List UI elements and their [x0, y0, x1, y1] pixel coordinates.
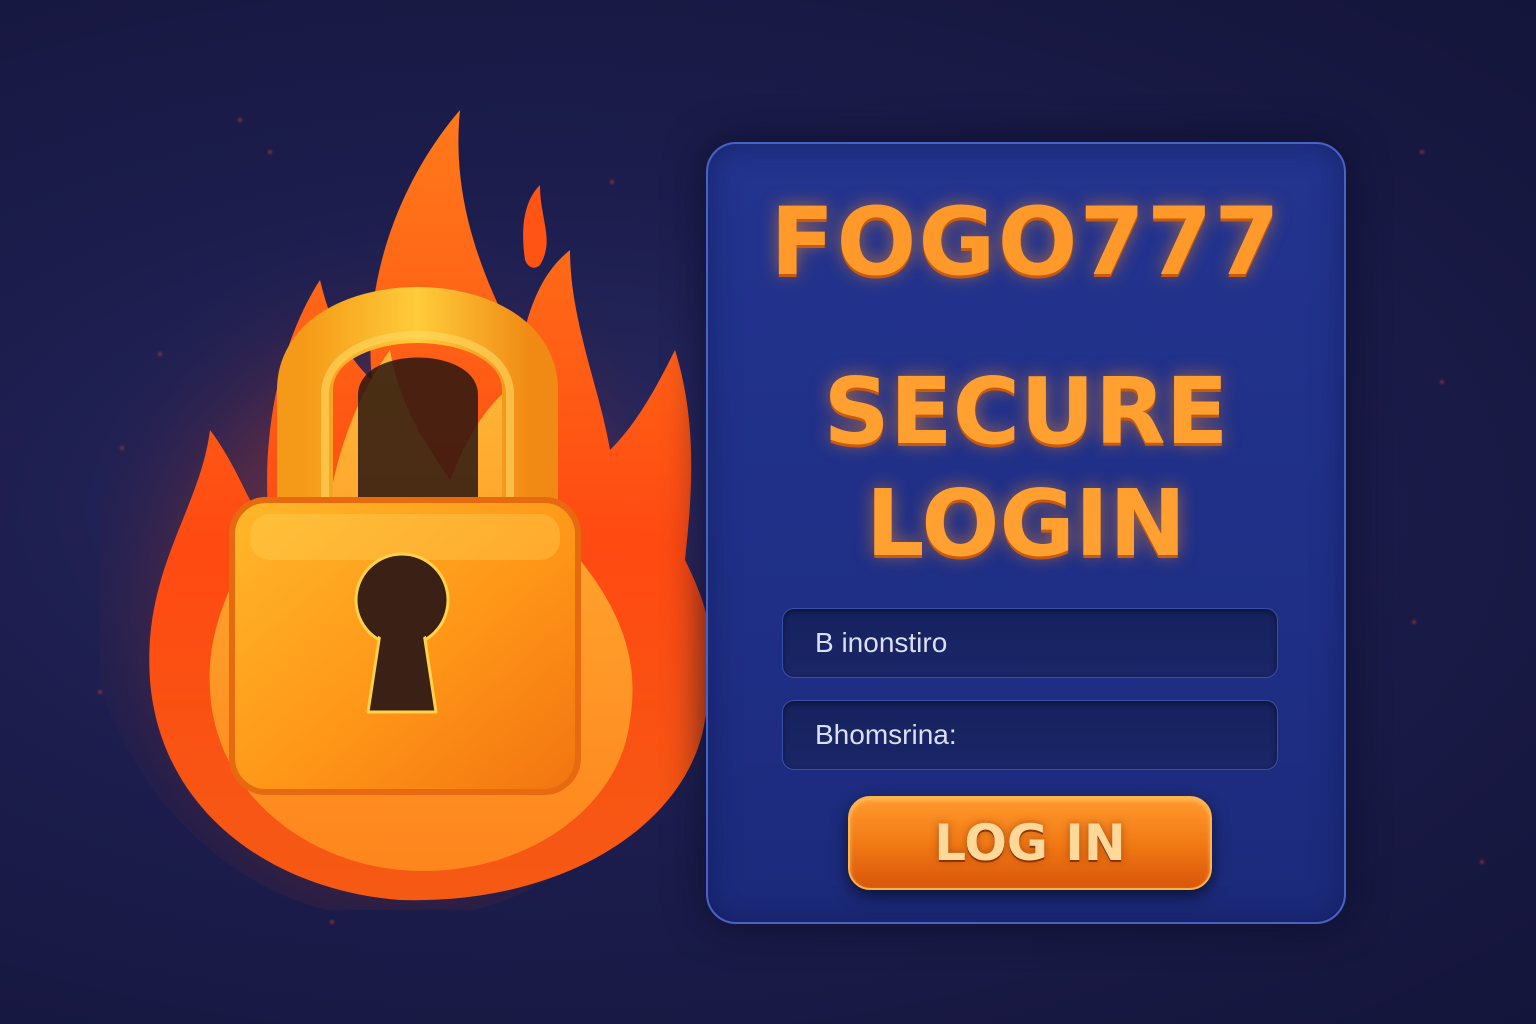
password-input[interactable] [783, 701, 1277, 769]
ember-particle [330, 920, 334, 924]
ember-particle [1480, 860, 1484, 864]
ember-particle [1440, 380, 1444, 384]
page-title: SECURE LOGIN [708, 356, 1344, 580]
login-button[interactable]: LOG IN [848, 796, 1212, 890]
headline-line-login: LOGIN [865, 470, 1187, 577]
password-field[interactable] [782, 700, 1278, 770]
flaming-padlock-icon [100, 90, 720, 910]
username-input[interactable] [783, 609, 1277, 677]
headline-line-secure: SECURE [823, 358, 1229, 465]
ember-particle [1412, 620, 1416, 624]
brand-title: FOGO777 [770, 188, 1282, 297]
username-field[interactable] [782, 608, 1278, 678]
ember-particle [1420, 150, 1424, 154]
login-panel: FOGO777 SECURE LOGIN LOG IN [706, 142, 1346, 924]
